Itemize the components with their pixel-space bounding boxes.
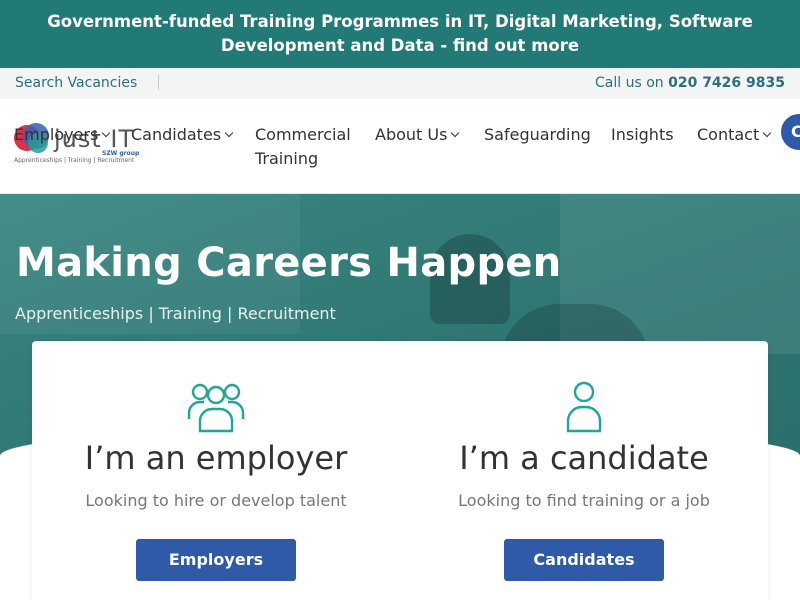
nav-safeguarding[interactable]: Safeguarding bbox=[484, 123, 591, 147]
nav-commercial-training[interactable]: Commercial Training bbox=[255, 123, 365, 171]
nav-contact-label: Contact bbox=[697, 125, 760, 144]
employer-title: I’m an employer bbox=[84, 439, 348, 477]
candidates-button[interactable]: Candidates bbox=[504, 539, 664, 581]
person-icon bbox=[566, 381, 602, 433]
chevron-down-icon bbox=[102, 128, 111, 138]
nav-employers[interactable]: Employers bbox=[14, 123, 111, 147]
logo-tagline: Apprenticeships | Training | Recruitment bbox=[14, 157, 135, 164]
utility-bar: Search Vacancies Call us on 020 7426 983… bbox=[0, 68, 800, 99]
phone-number[interactable]: 020 7426 9835 bbox=[668, 75, 785, 91]
hero-title: Making Careers Happen bbox=[16, 240, 562, 286]
chevron-down-icon bbox=[451, 128, 460, 138]
logo-group: SZW group bbox=[102, 150, 140, 157]
employers-button[interactable]: Employers bbox=[136, 539, 296, 581]
nav-insights[interactable]: Insights bbox=[611, 123, 674, 147]
phone-contact[interactable]: Call us on 020 7426 9835 bbox=[595, 75, 785, 91]
nav-about-label: About Us bbox=[375, 125, 448, 144]
chevron-down-icon bbox=[224, 128, 234, 138]
nav-about-us[interactable]: About Us bbox=[375, 123, 460, 147]
group-icon bbox=[187, 383, 245, 433]
promo-text[interactable]: Government-funded Training Programmes in… bbox=[47, 12, 753, 55]
chevron-down-icon bbox=[763, 128, 772, 138]
candidate-choice: I’m a candidate Looking to find training… bbox=[400, 381, 768, 581]
utility-divider bbox=[158, 75, 159, 90]
nav-cta-button[interactable]: C bbox=[781, 114, 800, 150]
main-nav: just IT SZW group Apprenticeships | Trai… bbox=[0, 99, 800, 194]
nav-candidates[interactable]: Candidates bbox=[131, 123, 234, 147]
audience-choice-card: I’m an employer Looking to hire or devel… bbox=[32, 341, 768, 600]
nav-contact[interactable]: Contact bbox=[697, 123, 772, 147]
hero-subtitle: Apprenticeships | Training | Recruitment bbox=[15, 304, 336, 323]
employer-choice: I’m an employer Looking to hire or devel… bbox=[32, 381, 400, 581]
search-vacancies-link[interactable]: Search Vacancies bbox=[15, 75, 137, 91]
nav-candidates-label: Candidates bbox=[131, 125, 222, 144]
employer-description: Looking to hire or develop talent bbox=[85, 491, 347, 510]
call-prefix: Call us on bbox=[595, 75, 669, 91]
candidate-description: Looking to find training or a job bbox=[458, 491, 710, 510]
candidate-title: I’m a candidate bbox=[459, 439, 709, 477]
promo-banner[interactable]: Government-funded Training Programmes in… bbox=[0, 0, 800, 68]
nav-employers-label: Employers bbox=[14, 125, 99, 144]
